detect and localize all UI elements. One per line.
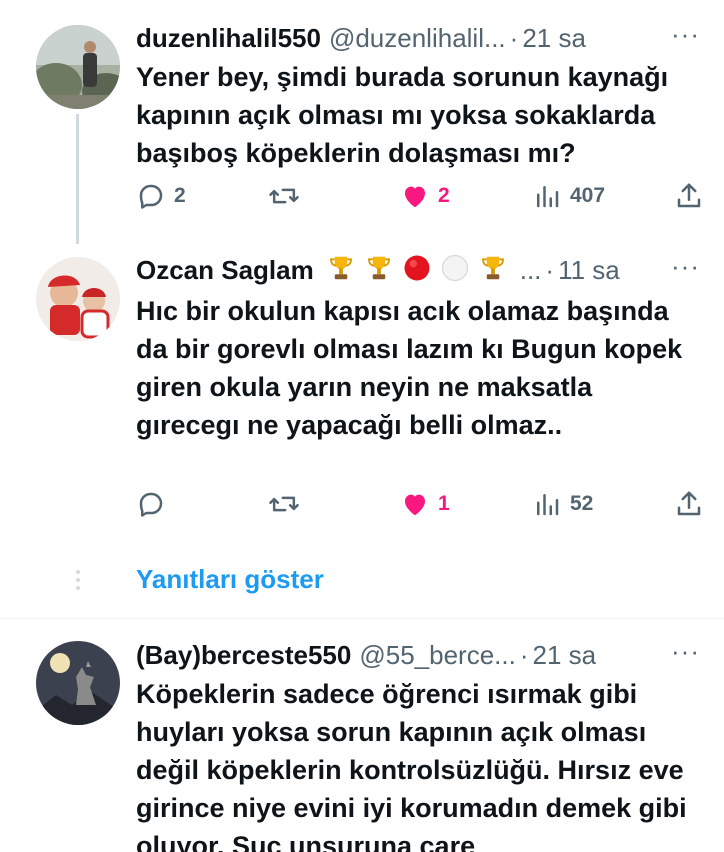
- share-button[interactable]: [674, 176, 704, 216]
- retweet-button[interactable]: [268, 484, 308, 524]
- retweet-button[interactable]: [268, 176, 308, 216]
- timestamp[interactable]: 21 sa: [522, 23, 586, 54]
- like-button[interactable]: 1: [400, 484, 450, 524]
- tweet-2[interactable]: Ozcan Saglam ... · 11 sa ··· Hıc bir oku…: [0, 240, 724, 540]
- timestamp[interactable]: 11 sa: [558, 255, 620, 286]
- author-handle[interactable]: @duzenlihalil...: [329, 23, 506, 54]
- views-count: 407: [570, 184, 606, 207]
- separator-dot: ·: [509, 22, 519, 53]
- reply-count: 2: [174, 184, 186, 207]
- tweet-actions: 2 2 407: [136, 176, 704, 216]
- like-count: 1: [438, 492, 450, 515]
- like-count: 2: [438, 184, 450, 207]
- views-button[interactable]: 407: [532, 176, 605, 216]
- trophy-icon: [478, 253, 508, 288]
- reply-button[interactable]: [136, 484, 174, 524]
- author-name[interactable]: Ozcan Saglam: [136, 255, 314, 286]
- views-chart-icon: [537, 186, 559, 208]
- author-handle[interactable]: ...: [520, 255, 542, 286]
- red-circle-icon: [402, 253, 432, 288]
- share-icon: [677, 491, 701, 516]
- tweet-actions: 1 52: [136, 484, 704, 524]
- views-button[interactable]: 52: [532, 484, 593, 524]
- retweet-icon: [269, 188, 299, 204]
- more-replies-dots: [76, 570, 80, 594]
- more-options-icon[interactable]: ···: [671, 637, 700, 665]
- reply-button[interactable]: 2: [136, 176, 186, 216]
- separator-dot: ·: [545, 254, 555, 285]
- heart-filled-icon: [405, 186, 425, 208]
- author-handle[interactable]: @55_berce...: [359, 640, 515, 671]
- avatar-duzenlihalil550[interactable]: [36, 25, 120, 109]
- tweet-text: Hıc bir okulun kapısı acık olamaz başınd…: [136, 296, 683, 440]
- tweet-header: duzenlihalil550 @duzenlihalil... · 21 sa…: [136, 20, 700, 56]
- share-button[interactable]: [674, 484, 704, 524]
- views-chart-icon: [537, 494, 559, 516]
- tweet-header: (Bay)berceste550 @55_berce... · 21 sa ··…: [136, 637, 700, 673]
- heart-filled-icon: [405, 494, 425, 516]
- more-options-icon[interactable]: ···: [671, 20, 700, 48]
- like-button[interactable]: 2: [400, 176, 450, 216]
- share-icon: [677, 183, 701, 208]
- tweet-1[interactable]: duzenlihalil550 @duzenlihalil... · 21 sa…: [0, 0, 724, 244]
- trophy-icon: [364, 253, 394, 288]
- timestamp[interactable]: 21 sa: [533, 640, 597, 671]
- avatar-berceste550[interactable]: [36, 641, 120, 725]
- author-name[interactable]: (Bay)berceste550: [136, 640, 351, 671]
- thread-line: [76, 114, 79, 244]
- show-replies-link[interactable]: Yanıtları göster: [136, 564, 324, 595]
- more-options-icon[interactable]: ···: [671, 252, 700, 280]
- trophy-icon: [326, 253, 356, 288]
- tweet-text: Yener bey, şimdi burada sorunun kaynağı …: [136, 62, 669, 168]
- tweet-3[interactable]: (Bay)berceste550 @55_berce... · 21 sa ··…: [0, 619, 724, 852]
- reply-icon: [139, 184, 163, 209]
- separator-dot: ·: [519, 639, 529, 670]
- author-name[interactable]: duzenlihalil550: [136, 23, 321, 54]
- white-circle-icon: [440, 253, 470, 288]
- retweet-icon: [269, 496, 299, 512]
- views-count: 52: [570, 492, 594, 515]
- tweet-header: Ozcan Saglam ... · 11 sa ···: [136, 252, 700, 288]
- tweet-text: Köpeklerin sadece öğrenci ısırmak gibi h…: [136, 679, 687, 852]
- reply-icon: [139, 492, 163, 517]
- avatar-ozcan-saglam[interactable]: [36, 257, 120, 341]
